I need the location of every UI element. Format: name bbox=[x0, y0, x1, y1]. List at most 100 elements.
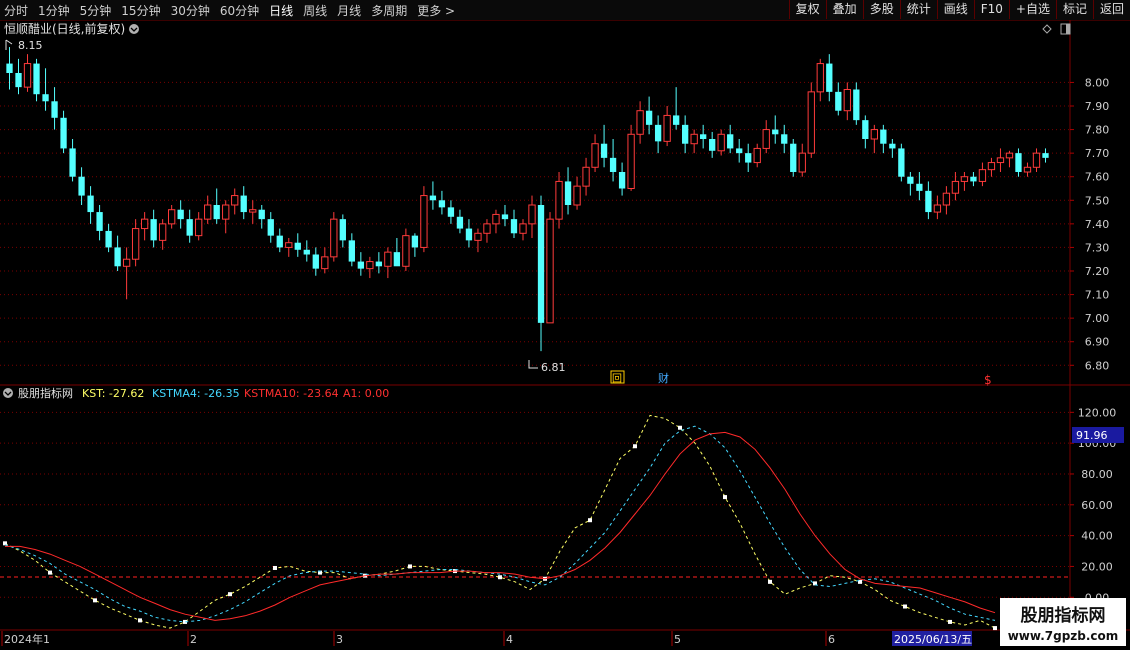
low-marker-icon bbox=[528, 360, 538, 369]
candle-body bbox=[1005, 152, 1014, 159]
price-axis-label: 6.90 bbox=[1085, 336, 1110, 349]
candle-body bbox=[195, 218, 203, 237]
candle-body bbox=[42, 94, 49, 102]
candle-body bbox=[51, 101, 58, 118]
candle-body bbox=[222, 204, 230, 220]
candle-body bbox=[456, 216, 464, 229]
candle-body bbox=[177, 209, 184, 220]
kst-point bbox=[948, 619, 952, 624]
candle-body bbox=[790, 143, 797, 172]
title-dropdown-icon[interactable] bbox=[129, 24, 139, 34]
candle-body bbox=[645, 110, 653, 125]
candle-body bbox=[528, 204, 536, 225]
candle-body bbox=[1015, 153, 1022, 172]
candle-body bbox=[105, 230, 112, 248]
candle-body bbox=[501, 214, 509, 220]
candle-body bbox=[654, 124, 662, 142]
candle-body bbox=[447, 207, 455, 217]
low-price-label: 6.81 bbox=[541, 361, 566, 374]
candle-body bbox=[150, 219, 157, 241]
candle-body bbox=[87, 195, 94, 213]
indicator-axis-label: 60.00 bbox=[1081, 499, 1113, 512]
indicator-axis-label: 20.00 bbox=[1081, 560, 1113, 573]
candle-body bbox=[700, 134, 707, 139]
kst-point bbox=[768, 579, 772, 584]
indicator-dropdown-icon[interactable] bbox=[3, 388, 13, 398]
indicator-name: 股朋指标网 bbox=[18, 386, 73, 400]
candle-body bbox=[249, 209, 257, 213]
candle-body bbox=[96, 212, 103, 231]
kst-point bbox=[588, 518, 592, 523]
diamond-icon[interactable] bbox=[1042, 24, 1052, 34]
candle-body bbox=[483, 223, 491, 234]
candle-body bbox=[402, 235, 410, 267]
candle-body bbox=[970, 176, 977, 182]
candle-body bbox=[609, 157, 617, 172]
candle-body bbox=[321, 256, 329, 270]
candle-body bbox=[1042, 153, 1049, 158]
candle-body bbox=[807, 91, 815, 154]
candle-body bbox=[853, 89, 860, 121]
stock-title: 恒顺醋业(日线,前复权) bbox=[4, 21, 125, 36]
candle-body bbox=[231, 195, 239, 206]
candle-body bbox=[826, 63, 833, 92]
candle-body bbox=[465, 228, 473, 241]
price-grid: 8.00 7.90 7.80 7.70 7.60 7.50 7.40 7.30 7.20 7.10… bbox=[0, 76, 1109, 372]
candle-body bbox=[429, 195, 437, 201]
series-line-2 bbox=[5, 431, 996, 621]
candle-body bbox=[736, 148, 743, 154]
kst-point bbox=[228, 592, 232, 597]
candle-body bbox=[33, 63, 40, 95]
candle-body bbox=[258, 209, 265, 220]
finance-marker[interactable]: 财 bbox=[658, 371, 669, 385]
candle-body bbox=[753, 147, 761, 164]
series-line-0 bbox=[4, 414, 996, 629]
current-value-text: 91.96 bbox=[1076, 429, 1108, 442]
candle-body bbox=[366, 261, 374, 270]
candle-body bbox=[591, 143, 599, 168]
high-marker-icon bbox=[5, 39, 13, 50]
candle-body bbox=[916, 183, 923, 191]
candle-body bbox=[474, 232, 482, 241]
candle-body bbox=[745, 153, 752, 163]
dividend-marker[interactable]: $ bbox=[984, 373, 992, 387]
candle-body bbox=[213, 205, 220, 220]
price-axis-label: 7.50 bbox=[1085, 194, 1110, 207]
candle-body bbox=[727, 134, 734, 149]
review-marker[interactable]: 回 bbox=[612, 373, 622, 385]
candle-body bbox=[411, 235, 419, 248]
kst-point bbox=[273, 565, 277, 570]
candle-body bbox=[880, 129, 887, 144]
candle-body bbox=[276, 235, 283, 248]
panel-toggle-fill bbox=[1066, 24, 1070, 34]
indicator-grid: 120.00100.0080.0060.0040.0020.000.00 bbox=[0, 406, 1116, 604]
price-axis-label: 8.00 bbox=[1085, 76, 1110, 89]
candle-body bbox=[294, 242, 301, 250]
date-label: 6 bbox=[828, 633, 835, 646]
candle-body bbox=[348, 240, 355, 262]
candle-body bbox=[420, 195, 428, 248]
candle-body bbox=[122, 258, 131, 267]
kst-value: KST: -27.62 bbox=[82, 387, 144, 400]
candle-body bbox=[186, 219, 193, 236]
kst-point bbox=[408, 564, 412, 569]
kst-point bbox=[498, 575, 502, 580]
candle-body bbox=[303, 249, 310, 255]
candle-body bbox=[393, 252, 401, 267]
candle-body bbox=[1032, 152, 1041, 168]
price-axis-label: 7.00 bbox=[1085, 312, 1110, 325]
candle-body bbox=[898, 148, 905, 177]
candle-body bbox=[330, 218, 338, 258]
candle-body bbox=[762, 129, 770, 149]
kst-point bbox=[48, 570, 52, 575]
candle-body bbox=[158, 223, 167, 241]
price-axis-label: 7.30 bbox=[1085, 241, 1110, 254]
kst-point bbox=[993, 626, 997, 631]
candle-body bbox=[285, 242, 293, 248]
kst-point bbox=[903, 604, 907, 609]
candle-body bbox=[672, 115, 680, 125]
candle-body bbox=[204, 204, 212, 220]
watermark-title: 股朋指标网 bbox=[1021, 605, 1106, 626]
kstma10-value: KSTMA10: -23.64 bbox=[244, 387, 339, 400]
candle-body bbox=[312, 254, 319, 269]
